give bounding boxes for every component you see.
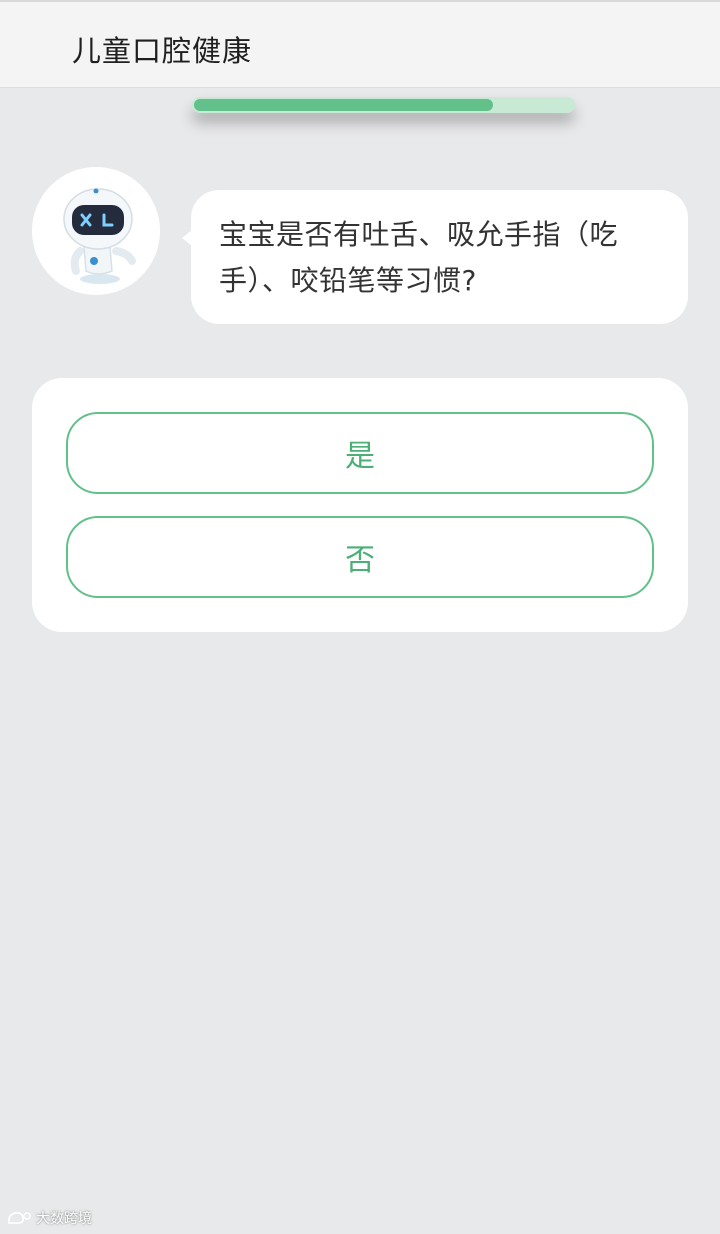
page-title: 儿童口腔健康 <box>72 34 253 68</box>
brand-logo-icon <box>7 1211 31 1224</box>
answer-yes-button[interactable]: 是 <box>66 412 654 494</box>
progress-bar-fill <box>194 99 493 111</box>
progress-bar <box>192 97 575 113</box>
answer-no-button[interactable]: 否 <box>66 516 654 598</box>
question-bubble: 宝宝是否有吐舌、吸允手指（吃手）、咬铅笔等习惯? <box>182 190 688 324</box>
watermark: 大数跨境 <box>6 1208 92 1228</box>
app-header: 儿童口腔健康 <box>0 0 720 88</box>
watermark-text: 大数跨境 <box>36 1211 92 1227</box>
answers-card: 是 否 <box>32 378 688 632</box>
question-text: 宝宝是否有吐舌、吸允手指（吃手）、咬铅笔等习惯? <box>219 218 619 297</box>
avatar <box>32 167 160 295</box>
robot-mascot-icon <box>32 167 160 295</box>
